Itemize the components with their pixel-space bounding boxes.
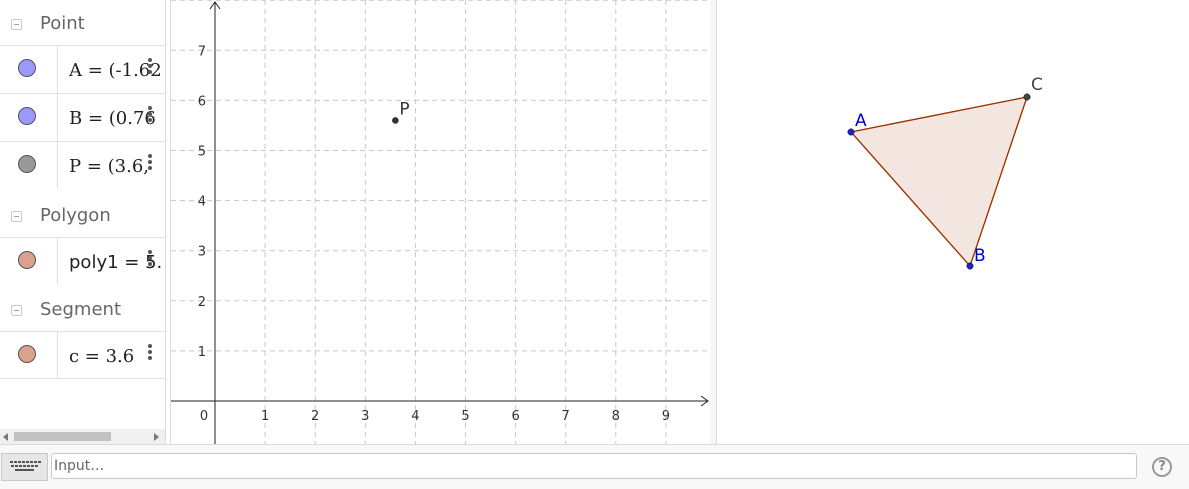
point-P-label: P — [399, 99, 409, 119]
graphics-view-1[interactable]: 0 1 2 3 4 5 6 7 8 9 1 2 3 4 5 6 7 P — [170, 0, 712, 444]
point-A-label: A — [855, 111, 867, 131]
x-tick-label: 9 — [662, 409, 670, 424]
scrollbar-thumb[interactable] — [14, 432, 111, 441]
x-tick-label: 3 — [361, 409, 369, 424]
group-header-polygon[interactable]: Polygon — [0, 194, 165, 238]
algebra-horizontal-scrollbar[interactable] — [0, 429, 165, 444]
x-tick-label: 0 — [200, 409, 208, 424]
axes — [171, 1, 709, 444]
more-options-icon[interactable] — [146, 344, 154, 366]
group-label-point: Point — [40, 13, 85, 34]
x-tick-label: 7 — [562, 409, 570, 424]
point-C[interactable] — [1023, 93, 1031, 101]
more-options-icon[interactable] — [146, 154, 154, 176]
keyboard-button[interactable] — [1, 453, 48, 481]
point-B[interactable] — [966, 262, 974, 270]
visibility-marble-icon[interactable] — [18, 251, 36, 269]
y-tick-label: 1 — [198, 345, 206, 360]
point-A[interactable] — [847, 128, 855, 136]
x-tick-label: 1 — [261, 409, 269, 424]
y-tick-label: 7 — [198, 44, 206, 59]
algebra-view: Point A = (-1.62 B = (0.76 P = (3.6, Pol… — [0, 0, 166, 444]
x-tick-label: 6 — [511, 409, 519, 424]
more-options-icon[interactable] — [146, 106, 154, 128]
point-P[interactable] — [392, 117, 399, 124]
algebra-item-c[interactable]: c = 3.6 — [0, 331, 165, 379]
graphics-canvas-1[interactable]: 0 1 2 3 4 5 6 7 8 9 1 2 3 4 5 6 7 P — [171, 0, 711, 444]
geogebra-app: Point A = (-1.62 B = (0.76 P = (3.6, Pol… — [0, 0, 1189, 489]
visibility-marble-icon[interactable] — [18, 107, 36, 125]
y-tick-label: 2 — [198, 295, 206, 310]
algebra-item-P[interactable]: P = (3.6, — [0, 141, 165, 189]
graphics-view-2[interactable]: A B C — [717, 0, 1189, 444]
point-C-label: C — [1031, 75, 1043, 95]
collapse-icon[interactable] — [11, 305, 22, 316]
help-icon[interactable]: ? — [1152, 457, 1172, 477]
input-field[interactable] — [51, 453, 1137, 479]
collapse-icon[interactable] — [11, 211, 22, 222]
group-label-polygon: Polygon — [40, 205, 111, 226]
group-header-segment[interactable]: Segment — [0, 288, 165, 332]
grid-lines — [171, 0, 711, 444]
collapse-icon[interactable] — [11, 19, 22, 30]
more-options-icon[interactable] — [146, 250, 154, 272]
x-tick-label: 4 — [411, 409, 419, 424]
x-tick-label: 8 — [612, 409, 620, 424]
algebra-item-poly1[interactable]: poly1 = 5. — [0, 237, 165, 285]
algebra-item-A[interactable]: A = (-1.62 — [0, 45, 165, 93]
y-tick-label: 6 — [198, 94, 206, 109]
y-tick-label: 3 — [198, 245, 206, 260]
polygon-poly1[interactable] — [850, 96, 1028, 267]
x-tick-labels: 0 1 2 3 4 5 6 7 8 9 — [200, 409, 670, 424]
scroll-left-arrow-icon[interactable] — [3, 433, 8, 441]
keyboard-icon — [10, 461, 41, 471]
visibility-marble-icon[interactable] — [18, 345, 36, 363]
x-tick-label: 5 — [461, 409, 469, 424]
view-divider[interactable] — [710, 0, 717, 444]
point-B-label: B — [974, 246, 986, 266]
x-tick-label: 2 — [311, 409, 319, 424]
input-bar: ? — [0, 444, 1189, 489]
y-tick-labels: 1 2 3 4 5 6 7 — [198, 44, 206, 360]
y-tick-label: 5 — [198, 145, 206, 160]
scroll-right-arrow-icon[interactable] — [154, 433, 159, 441]
visibility-marble-icon[interactable] — [18, 155, 36, 173]
group-header-point[interactable]: Point — [0, 2, 165, 46]
more-options-icon[interactable] — [146, 58, 154, 80]
graphics-canvas-2[interactable]: A B C — [717, 0, 1189, 444]
group-label-segment: Segment — [40, 299, 121, 320]
y-tick-label: 4 — [198, 195, 206, 210]
algebra-item-B[interactable]: B = (0.76 — [0, 93, 165, 141]
visibility-marble-icon[interactable] — [18, 59, 36, 77]
